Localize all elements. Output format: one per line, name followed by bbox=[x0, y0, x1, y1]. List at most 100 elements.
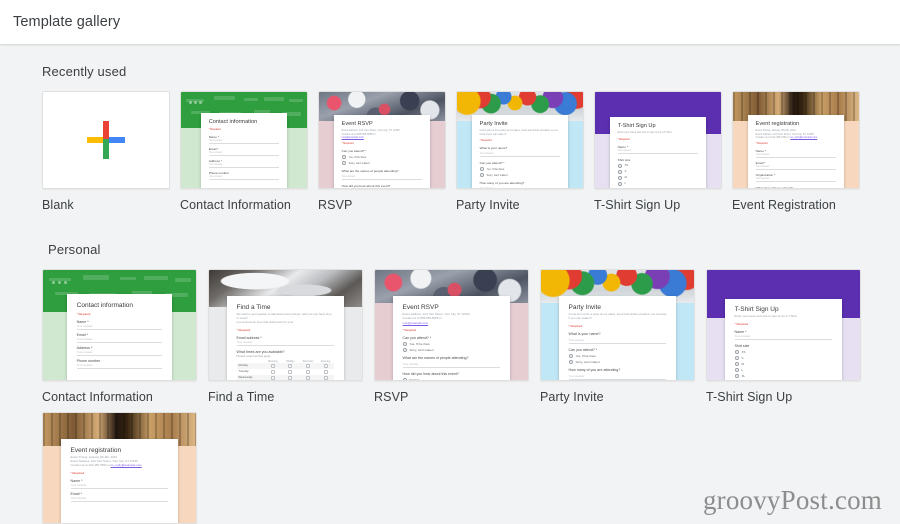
preview-field-placeholder: Your answer bbox=[734, 334, 751, 339]
preview-option-label: Sorry, can't make it bbox=[486, 173, 508, 177]
preview-radio-option[interactable]: Sorry, can't make it bbox=[479, 173, 561, 178]
preview-grid-cell[interactable] bbox=[317, 363, 335, 368]
preview-radio-option[interactable]: S bbox=[617, 169, 699, 174]
template-thumbnail-frame[interactable]: Contact information * Required Name * Your … bbox=[42, 269, 197, 381]
preview-question-label: How many of you are attending? bbox=[479, 181, 525, 186]
preview-radio-option[interactable]: Yes, I'll be there bbox=[402, 341, 501, 346]
preview-radio-option[interactable]: Website bbox=[402, 377, 501, 380]
preview-question-label: What are the names of people attending? bbox=[402, 355, 469, 360]
preview-radio-option[interactable]: Sorry, can't make it bbox=[341, 161, 423, 166]
template-card-find-a-time[interactable]: Find a Time We want to get together to ta… bbox=[208, 269, 363, 404]
banner-shape bbox=[264, 97, 285, 101]
preview-radio-option[interactable]: XS bbox=[734, 350, 833, 355]
template-card-event-registration[interactable]: Event registration Event Timing: January … bbox=[42, 412, 197, 524]
radio-icon bbox=[617, 163, 622, 168]
preview-radio-option[interactable]: Yes, I'll be there bbox=[341, 155, 423, 160]
preview-grid-cell[interactable] bbox=[282, 375, 300, 380]
template-card-rsvp[interactable]: Event RSVP Event address: 123 Your Street… bbox=[318, 91, 446, 212]
preview-grid-cell[interactable] bbox=[317, 375, 335, 380]
preview-radio-option[interactable]: M bbox=[617, 175, 699, 180]
template-card-contact-information[interactable]: Contact information * Required Name * Your … bbox=[180, 91, 308, 212]
radio-icon bbox=[734, 374, 739, 379]
template-thumbnail-frame[interactable]: Find a Time We want to get together to ta… bbox=[208, 269, 363, 381]
template-card-contact-information[interactable]: Contact information * Required Name * Your … bbox=[42, 269, 197, 404]
preview-field-placeholder: Your answer bbox=[341, 175, 356, 179]
checkbox-icon bbox=[270, 363, 275, 368]
preview-radio-option[interactable]: M bbox=[734, 362, 833, 367]
template-thumbnail: T-Shirt Sign Up Enter your name and size … bbox=[595, 92, 721, 188]
template-thumbnail: Party Invite Come join us for a party at … bbox=[457, 92, 583, 188]
checkbox-icon bbox=[323, 363, 328, 368]
template-thumbnail-frame[interactable] bbox=[42, 91, 170, 189]
banner-dot bbox=[193, 101, 197, 105]
preview-radio-option[interactable]: Yes, I'll be there bbox=[479, 167, 561, 172]
preview-option-label: Sorry, can't make it bbox=[409, 347, 434, 352]
template-thumbnail-frame[interactable]: Event registration Event Timing: January … bbox=[732, 91, 860, 189]
template-thumbnail-frame[interactable]: T-Shirt Sign Up Enter your name and size … bbox=[594, 91, 722, 189]
preview-grid-cell[interactable] bbox=[299, 375, 317, 380]
radio-icon bbox=[617, 187, 622, 188]
template-thumbnail-frame[interactable]: Event RSVP Event address: 123 Your Street… bbox=[374, 269, 529, 381]
banner-dot bbox=[64, 280, 68, 284]
preview-grid-cell[interactable] bbox=[282, 363, 300, 368]
preview-grid-cell[interactable] bbox=[317, 369, 335, 374]
template-thumbnail-frame[interactable]: Contact information * Required Name * Your … bbox=[180, 91, 308, 189]
preview-grid-cell[interactable] bbox=[264, 369, 282, 374]
preview-grid-cell[interactable] bbox=[299, 363, 317, 368]
template-thumbnail-frame[interactable]: Event registration Event Timing: January … bbox=[42, 412, 197, 524]
preview-description: Enter your name and size to sign up for … bbox=[617, 131, 673, 135]
template-card-t-shirt-sign-up[interactable]: T-Shirt Sign Up Enter your name and size … bbox=[594, 91, 722, 212]
template-card-label: Find a Time bbox=[208, 390, 275, 404]
checkbox-icon bbox=[270, 375, 275, 380]
plus-arm bbox=[103, 139, 109, 159]
preview-grid-cell[interactable] bbox=[264, 375, 282, 380]
preview-field-placeholder: Your answer bbox=[76, 336, 93, 341]
preview-radio-option[interactable]: L bbox=[734, 368, 833, 373]
preview-option-label: L bbox=[624, 182, 627, 186]
template-thumbnail-frame[interactable]: Party Invite Come join us for a party at … bbox=[540, 269, 695, 381]
template-preview-sheet: Party Invite Come join us for a party at … bbox=[472, 115, 568, 188]
preview-question-label: How did you hear about this event? bbox=[402, 371, 459, 376]
template-card-party-invite[interactable]: Party Invite Come join us for a party at … bbox=[540, 269, 695, 404]
template-thumbnail-frame[interactable]: Party Invite Come join us for a party at … bbox=[456, 91, 584, 189]
template-card-event-registration[interactable]: Event registration Event Timing: January … bbox=[732, 91, 860, 212]
preview-required-note: * Required bbox=[479, 139, 492, 143]
template-card-party-invite[interactable]: Party Invite Come join us for a party at … bbox=[456, 91, 584, 212]
template-thumbnail bbox=[43, 92, 169, 188]
preview-question-label: What is your name? bbox=[479, 146, 508, 151]
preview-radio-option[interactable]: S bbox=[734, 356, 833, 361]
preview-contact-link[interactable]: rsvp@example.com bbox=[403, 321, 501, 325]
template-card-label: Party Invite bbox=[456, 198, 520, 212]
banner-shape bbox=[289, 99, 304, 103]
gallery-scroll-body[interactable]: Recently used Blank Contact information * … bbox=[0, 44, 900, 524]
preview-contact-link[interactable]: rsvp@example.com bbox=[342, 136, 423, 139]
preview-option-label: XS bbox=[741, 350, 746, 355]
plus-arm bbox=[103, 121, 109, 141]
preview-radio-option[interactable]: Yes, I'll be there bbox=[568, 353, 667, 358]
preview-field-underline bbox=[208, 167, 280, 169]
template-thumbnail-frame[interactable]: T-Shirt Sign Up Enter your name and size … bbox=[706, 269, 861, 381]
preview-field-underline bbox=[755, 181, 837, 183]
preview-radio-option[interactable]: Sorry, can't make it bbox=[402, 347, 501, 352]
preview-contact-link[interactable]: no_reply@example.com bbox=[790, 136, 817, 139]
preview-grid-cell[interactable] bbox=[264, 363, 282, 368]
preview-field-underline bbox=[568, 378, 667, 380]
preview-radio-option[interactable]: XS bbox=[617, 163, 699, 168]
template-thumbnail: Event registration Event Timing: January … bbox=[733, 92, 859, 188]
template-preview-sheet: Event registration Event Timing: January … bbox=[748, 115, 844, 188]
preview-radio-option[interactable]: L bbox=[617, 181, 699, 186]
preview-radio-option[interactable]: XL bbox=[734, 374, 833, 379]
preview-radio-option[interactable]: XL bbox=[617, 187, 699, 188]
preview-question-label: How many of you are attending? bbox=[568, 367, 621, 372]
template-card-blank[interactable]: Blank bbox=[42, 91, 170, 212]
template-card-t-shirt-sign-up[interactable]: T-Shirt Sign Up Enter your name and size … bbox=[706, 269, 861, 404]
preview-grid-cell[interactable] bbox=[299, 369, 317, 374]
template-thumbnail-frame[interactable]: Event RSVP Event address: 123 Your Street… bbox=[318, 91, 446, 189]
template-card-rsvp[interactable]: Event RSVP Event address: 123 Your Street… bbox=[374, 269, 529, 404]
preview-contact-link[interactable]: no_reply@example.com bbox=[111, 463, 142, 467]
preview-radio-option[interactable]: Sorry, can't make it bbox=[568, 359, 667, 364]
preview-grid-cell[interactable] bbox=[282, 369, 300, 374]
blank-template-area bbox=[43, 92, 169, 188]
preview-option-label: S bbox=[741, 356, 744, 361]
preview-option-label: Yes, I'll be there bbox=[486, 167, 505, 171]
